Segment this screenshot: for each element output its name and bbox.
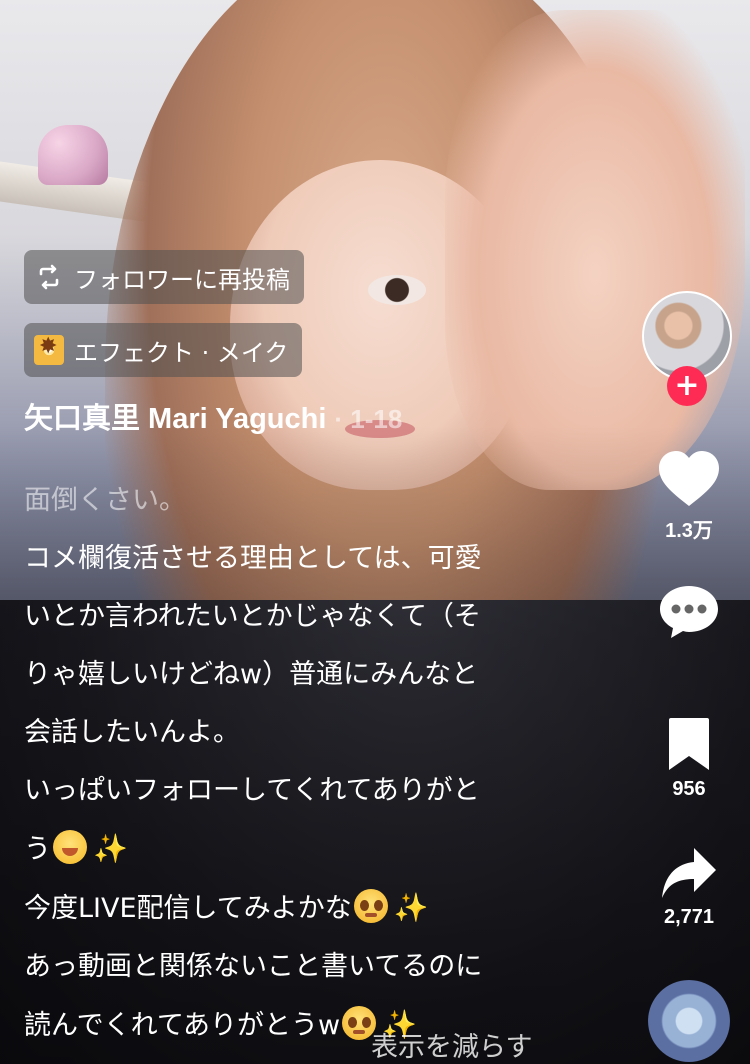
effect-button[interactable]: エフェクト · メイク — [24, 323, 303, 377]
sparkles-emoji: ✨ — [93, 832, 128, 865]
like-button[interactable]: 1.3万 — [648, 450, 730, 543]
effect-icon — [34, 335, 64, 365]
effect-label: エフェクト · メイク — [74, 338, 289, 367]
caption-line: いとか言われたいとかじゃなくて（そ — [24, 601, 481, 632]
repost-icon — [34, 262, 64, 292]
post-date: · 1-18 — [334, 404, 403, 434]
author-line[interactable]: 矢口真里 Mari Yaguchi · 1-18 — [24, 395, 402, 437]
caption[interactable]: 面倒くさい。 コメ欄復活させる理由としては、可愛 いとか言われたいとかじゃなくて… — [24, 472, 544, 1055]
caption-line: コメ欄復活させる理由としては、可愛 — [24, 543, 482, 574]
caption-text: 今度LIVE配信してみよかな — [24, 893, 352, 924]
follow-button[interactable]: + — [667, 366, 707, 406]
caption-text: 読んでくれてありがとうw — [24, 1010, 341, 1041]
caption-line: あっ動画と関係ないこと書いてるのに — [24, 951, 483, 982]
caption-line-with-emoji: 今度LIVE配信してみよかな ✨ — [24, 879, 544, 938]
repost-to-followers-button[interactable]: フォロワーに再投稿 — [24, 250, 304, 304]
holding-back-tears-emoji — [353, 889, 388, 923]
caption-line: 会話したいんよ。 — [24, 717, 240, 748]
comment-button[interactable] — [648, 584, 730, 640]
save-count: 956 — [672, 778, 706, 800]
save-button[interactable]: 956 — [648, 716, 730, 801]
caption-line: いっぱいフォローしてくれてありがと — [24, 775, 480, 806]
caption-line-with-emoji: う ✨ — [24, 820, 544, 879]
share-count: 2,771 — [663, 906, 715, 928]
caption-line: 面倒くさい。 — [24, 485, 186, 516]
caption-text: う — [24, 834, 51, 865]
music-disc-icon[interactable] — [648, 980, 730, 1062]
like-count: 1.3万 — [665, 520, 713, 542]
show-less-button[interactable]: 表示を減らす — [371, 1025, 532, 1064]
share-button[interactable]: 2,771 — [648, 846, 730, 929]
comment-icon — [660, 586, 718, 638]
smiling-face-emoji — [53, 830, 87, 864]
repost-label: フォロワーに再投稿 — [74, 265, 290, 294]
share-arrow-icon — [662, 848, 716, 898]
caption-line: りゃ嬉しいけどねw）普通にみんなと — [24, 659, 479, 690]
heart-icon — [659, 451, 719, 506]
sparkles-emoji: ✨ — [393, 891, 429, 924]
author-name[interactable]: 矢口真里 Mari Yaguchi — [24, 403, 326, 435]
bookmark-icon — [669, 718, 709, 770]
